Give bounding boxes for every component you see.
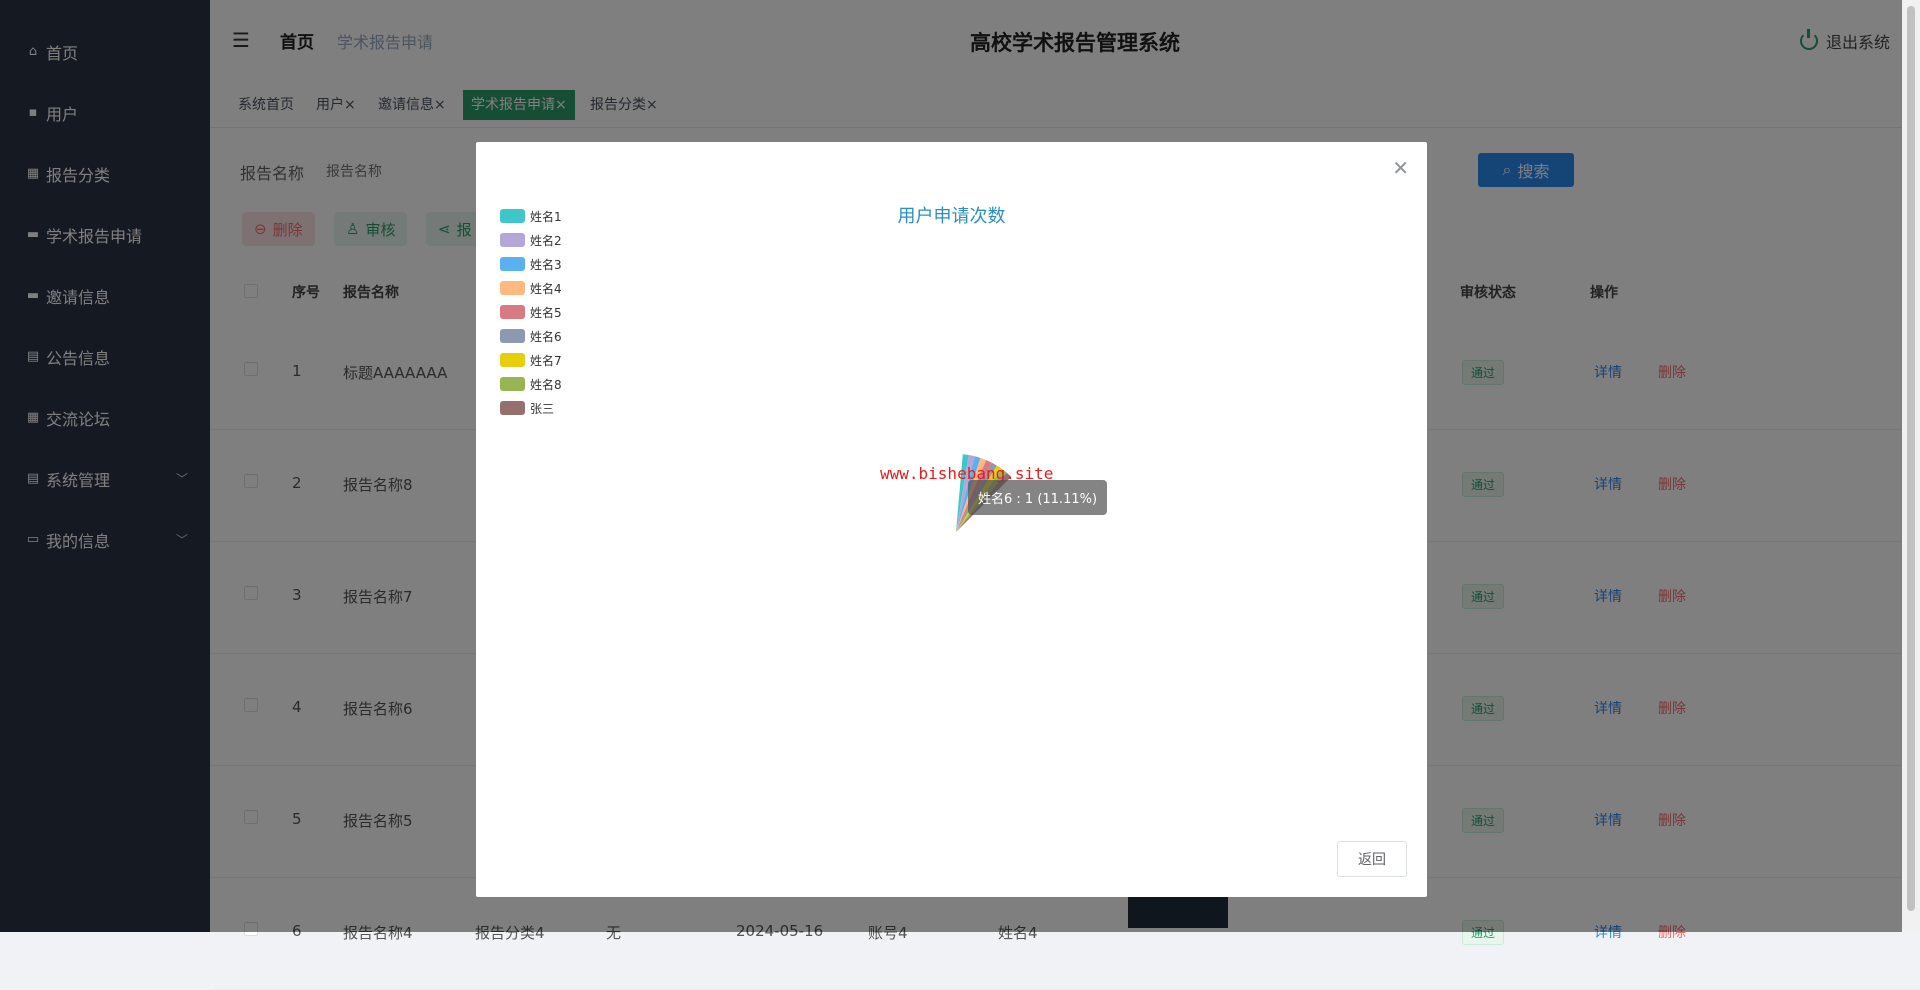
chart-tooltip: 姓名6 : 1 (11.11%) [968,480,1107,515]
legend-label: 姓名4 [530,280,562,297]
legend-item[interactable]: 张三 [500,396,562,420]
legend-item[interactable]: 姓名6 [500,324,562,348]
legend-swatch [500,257,525,271]
chart-legend: 姓名1姓名2姓名3姓名4姓名5姓名6姓名7姓名8张三 [500,204,562,420]
legend-swatch [500,305,525,319]
legend-label: 姓名3 [530,256,562,273]
chart-title: 用户申请次数 [476,202,1427,228]
chart-dialog: ✕ 姓名1姓名2姓名3姓名4姓名5姓名6姓名7姓名8张三 用户申请次数 www.… [476,142,1427,897]
legend-item[interactable]: 姓名4 [500,276,562,300]
scrollbar-thumb[interactable] [1907,6,1915,911]
legend-item[interactable]: 姓名3 [500,252,562,276]
legend-label: 姓名6 [530,328,562,345]
legend-item[interactable]: 姓名8 [500,372,562,396]
close-icon[interactable]: ✕ [1392,156,1409,180]
legend-label: 姓名2 [530,232,562,249]
legend-label: 姓名8 [530,376,562,393]
legend-swatch [500,329,525,343]
legend-swatch [500,401,525,415]
legend-label: 张三 [530,400,554,417]
legend-label: 姓名7 [530,352,562,369]
page-scrollbar[interactable] [1902,0,1920,932]
legend-swatch [500,353,525,367]
legend-swatch [500,281,525,295]
legend-item[interactable]: 姓名2 [500,228,562,252]
back-button[interactable]: 返回 [1337,841,1407,877]
legend-swatch [500,377,525,391]
pie-chart [676,322,1226,722]
legend-item[interactable]: 姓名7 [500,348,562,372]
legend-swatch [500,233,525,247]
legend-item[interactable]: 姓名5 [500,300,562,324]
legend-label: 姓名5 [530,304,562,321]
